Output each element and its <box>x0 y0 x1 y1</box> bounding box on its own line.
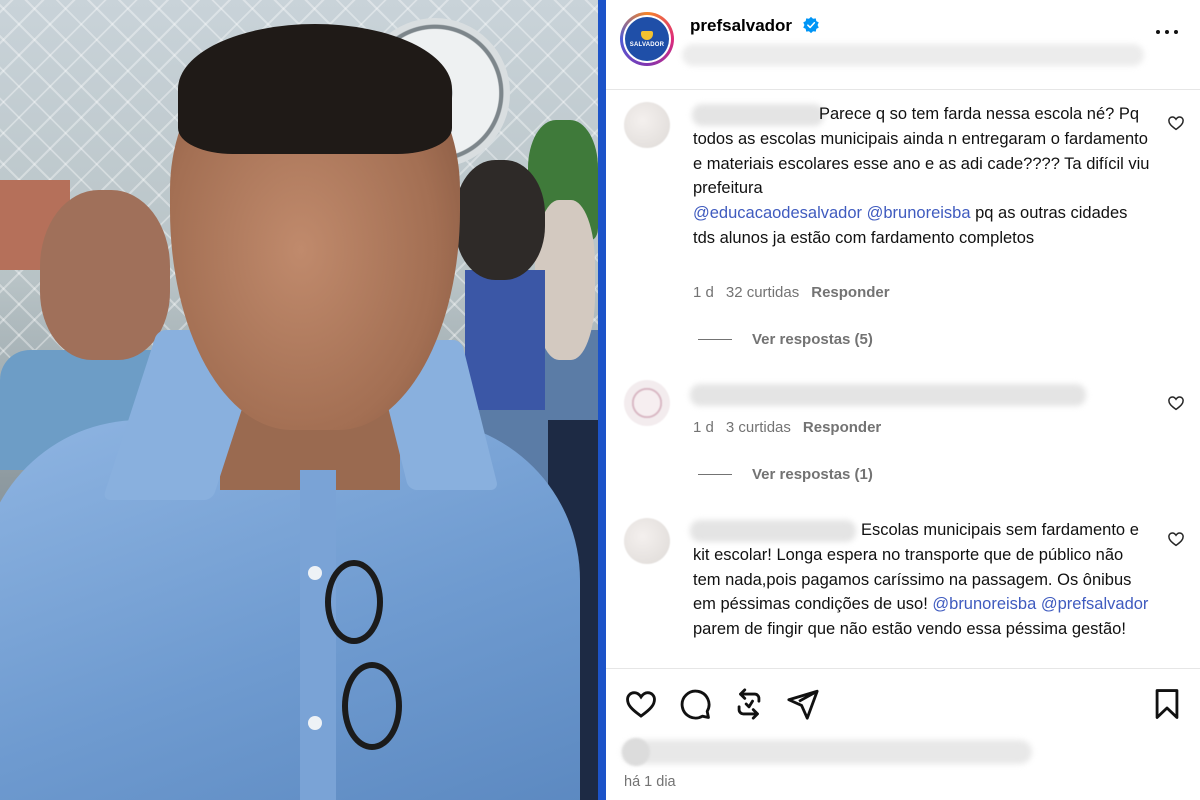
mention-link[interactable]: @prefsalvador <box>1041 595 1149 613</box>
view-replies-label: Ver respostas (5) <box>752 331 873 348</box>
more-horizontal-icon[interactable] <box>1152 22 1182 42</box>
shirt-button <box>308 716 322 730</box>
blurred-likes <box>622 740 1032 764</box>
profile-avatar[interactable]: SALVADOR <box>620 12 674 66</box>
verified-badge-icon <box>803 16 819 34</box>
man-hair <box>178 24 452 154</box>
bookmark-icon[interactable] <box>1150 687 1184 721</box>
shirt-placket <box>300 470 336 800</box>
logo-text: SALVADOR <box>629 41 665 48</box>
likes-avatar <box>622 738 650 766</box>
commenter-avatar[interactable] <box>624 518 670 564</box>
view-replies-button[interactable]: Ver respostas (1) <box>698 466 873 483</box>
glasses-lens-top <box>325 560 383 644</box>
heart-icon[interactable] <box>624 687 658 721</box>
comment-icon[interactable] <box>678 687 712 721</box>
comment-text: Escolas municipais sem fardamento e kit … <box>693 521 1149 639</box>
comment-time: 1 d <box>693 419 714 436</box>
reply-button[interactable]: Responder <box>811 284 889 301</box>
repost-icon[interactable] <box>732 687 766 721</box>
mention-link[interactable]: @brunoreisba <box>867 204 971 222</box>
crest-icon <box>641 30 653 40</box>
comment-text: Parece q so tem farda nessa escola né? P… <box>693 105 1155 247</box>
blurred-location <box>682 44 1144 66</box>
mention-link[interactable]: @brunoreisba <box>932 595 1036 613</box>
mention-link[interactable]: @educacaodesalvador <box>693 204 862 222</box>
comment-meta: 1 d 32 curtidas Responder <box>693 284 890 301</box>
commenter-avatar[interactable] <box>624 102 670 148</box>
panel-divider <box>598 0 606 800</box>
background-person-left-head <box>40 190 170 360</box>
comment-time: 1 d <box>693 284 714 301</box>
background-person-middle-body <box>465 270 545 410</box>
post-header: SALVADOR prefsalvador <box>606 0 1200 90</box>
username[interactable]: prefsalvador <box>690 16 792 36</box>
post-photo <box>0 0 598 800</box>
commenter-avatar[interactable] <box>624 380 670 426</box>
glasses-lens-bottom <box>342 662 402 750</box>
salvador-logo: SALVADOR <box>625 17 669 61</box>
replies-line <box>698 339 732 340</box>
comment-meta: 1 d 3 curtidas Responder <box>693 419 881 436</box>
comment-likes[interactable]: 3 curtidas <box>726 419 791 436</box>
view-replies-button[interactable]: Ver respostas (5) <box>698 331 873 348</box>
view-replies-label: Ver respostas (1) <box>752 466 873 483</box>
heart-icon[interactable] <box>1167 394 1185 412</box>
share-icon[interactable] <box>786 687 820 721</box>
reply-button[interactable]: Responder <box>803 419 881 436</box>
comment-likes[interactable]: 32 curtidas <box>726 284 799 301</box>
background-person-middle-head <box>455 160 545 280</box>
heart-icon[interactable] <box>1167 530 1185 548</box>
blurred-comment <box>690 384 1086 406</box>
shirt-button <box>308 566 322 580</box>
replies-line <box>698 474 732 475</box>
action-bar <box>606 668 1200 748</box>
instagram-post-panel: SALVADOR prefsalvador Parece q so tem fa… <box>606 0 1200 800</box>
heart-icon[interactable] <box>1167 114 1185 132</box>
post-time: há 1 dia <box>624 774 676 790</box>
